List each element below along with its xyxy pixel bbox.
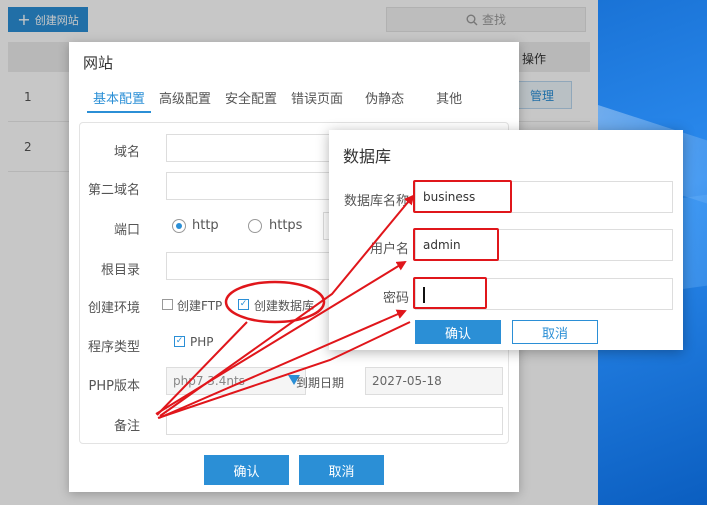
note-label: 备注 [113,419,140,434]
check-icon: ✓ [175,336,184,346]
https-radio-label: https [269,218,303,233]
php-version-select[interactable]: php7.3.4nts [166,367,306,395]
create-ftp-checkbox[interactable] [162,299,173,310]
domain-label: 域名 [113,145,140,160]
tab-rewrite[interactable]: 伪静态 [359,88,410,113]
expire-label: 到期日期 [296,376,345,390]
site-confirm-button[interactable]: 确认 [204,455,289,485]
db-user-label: 用户名 [369,242,409,257]
second-domain-label: 第二域名 [87,183,140,198]
db-dialog-title: 数据库 [343,147,392,166]
root-dir-label: 根目录 [100,263,140,278]
highlight-box [413,228,499,261]
tab-advanced[interactable]: 高级配置 [153,88,217,113]
db-name-label: 数据库名称 [343,194,409,209]
tab-error-pages[interactable]: 错误页面 [285,88,349,113]
http-radio-label: http [192,218,219,233]
create-db-label: 创建数据库 [254,299,315,313]
highlight-box [413,180,512,213]
note-input[interactable] [166,407,503,435]
env-label: 创建环境 [87,301,140,316]
db-password-label: 密码 [382,291,409,306]
program-type-label: 程序类型 [87,340,140,355]
dialog-title: 网站 [83,54,114,72]
create-ftp-label: 创建FTP [177,299,223,313]
db-confirm-button[interactable]: 确认 [415,320,501,344]
check-icon: ✓ [239,299,248,309]
tab-security[interactable]: 安全配置 [219,88,283,113]
port-label: 端口 [113,223,140,238]
expire-date-input[interactable]: 2027-05-18 [365,367,503,395]
second-domain-input[interactable] [166,172,346,200]
domain-input[interactable] [166,134,346,162]
php-checkbox[interactable]: ✓ [174,336,185,347]
highlight-box [413,277,487,309]
http-radio[interactable] [172,219,186,233]
tab-bar: 基本配置 高级配置 安全配置 错误页面 伪静态 其他 [87,88,470,113]
php-checkbox-label: PHP [190,335,214,349]
tab-basic[interactable]: 基本配置 [87,88,152,113]
site-cancel-button[interactable]: 取消 [299,455,384,485]
php-version-label: PHP版本 [88,379,140,394]
tab-other[interactable]: 其他 [430,88,468,113]
create-db-checkbox[interactable]: ✓ [238,299,249,310]
root-dir-input[interactable] [166,252,346,280]
database-dialog: 数据库 数据库名称 business 用户名 admin 密码 确认 取消 [329,130,683,350]
https-radio[interactable] [248,219,262,233]
db-cancel-button[interactable]: 取消 [512,320,598,344]
